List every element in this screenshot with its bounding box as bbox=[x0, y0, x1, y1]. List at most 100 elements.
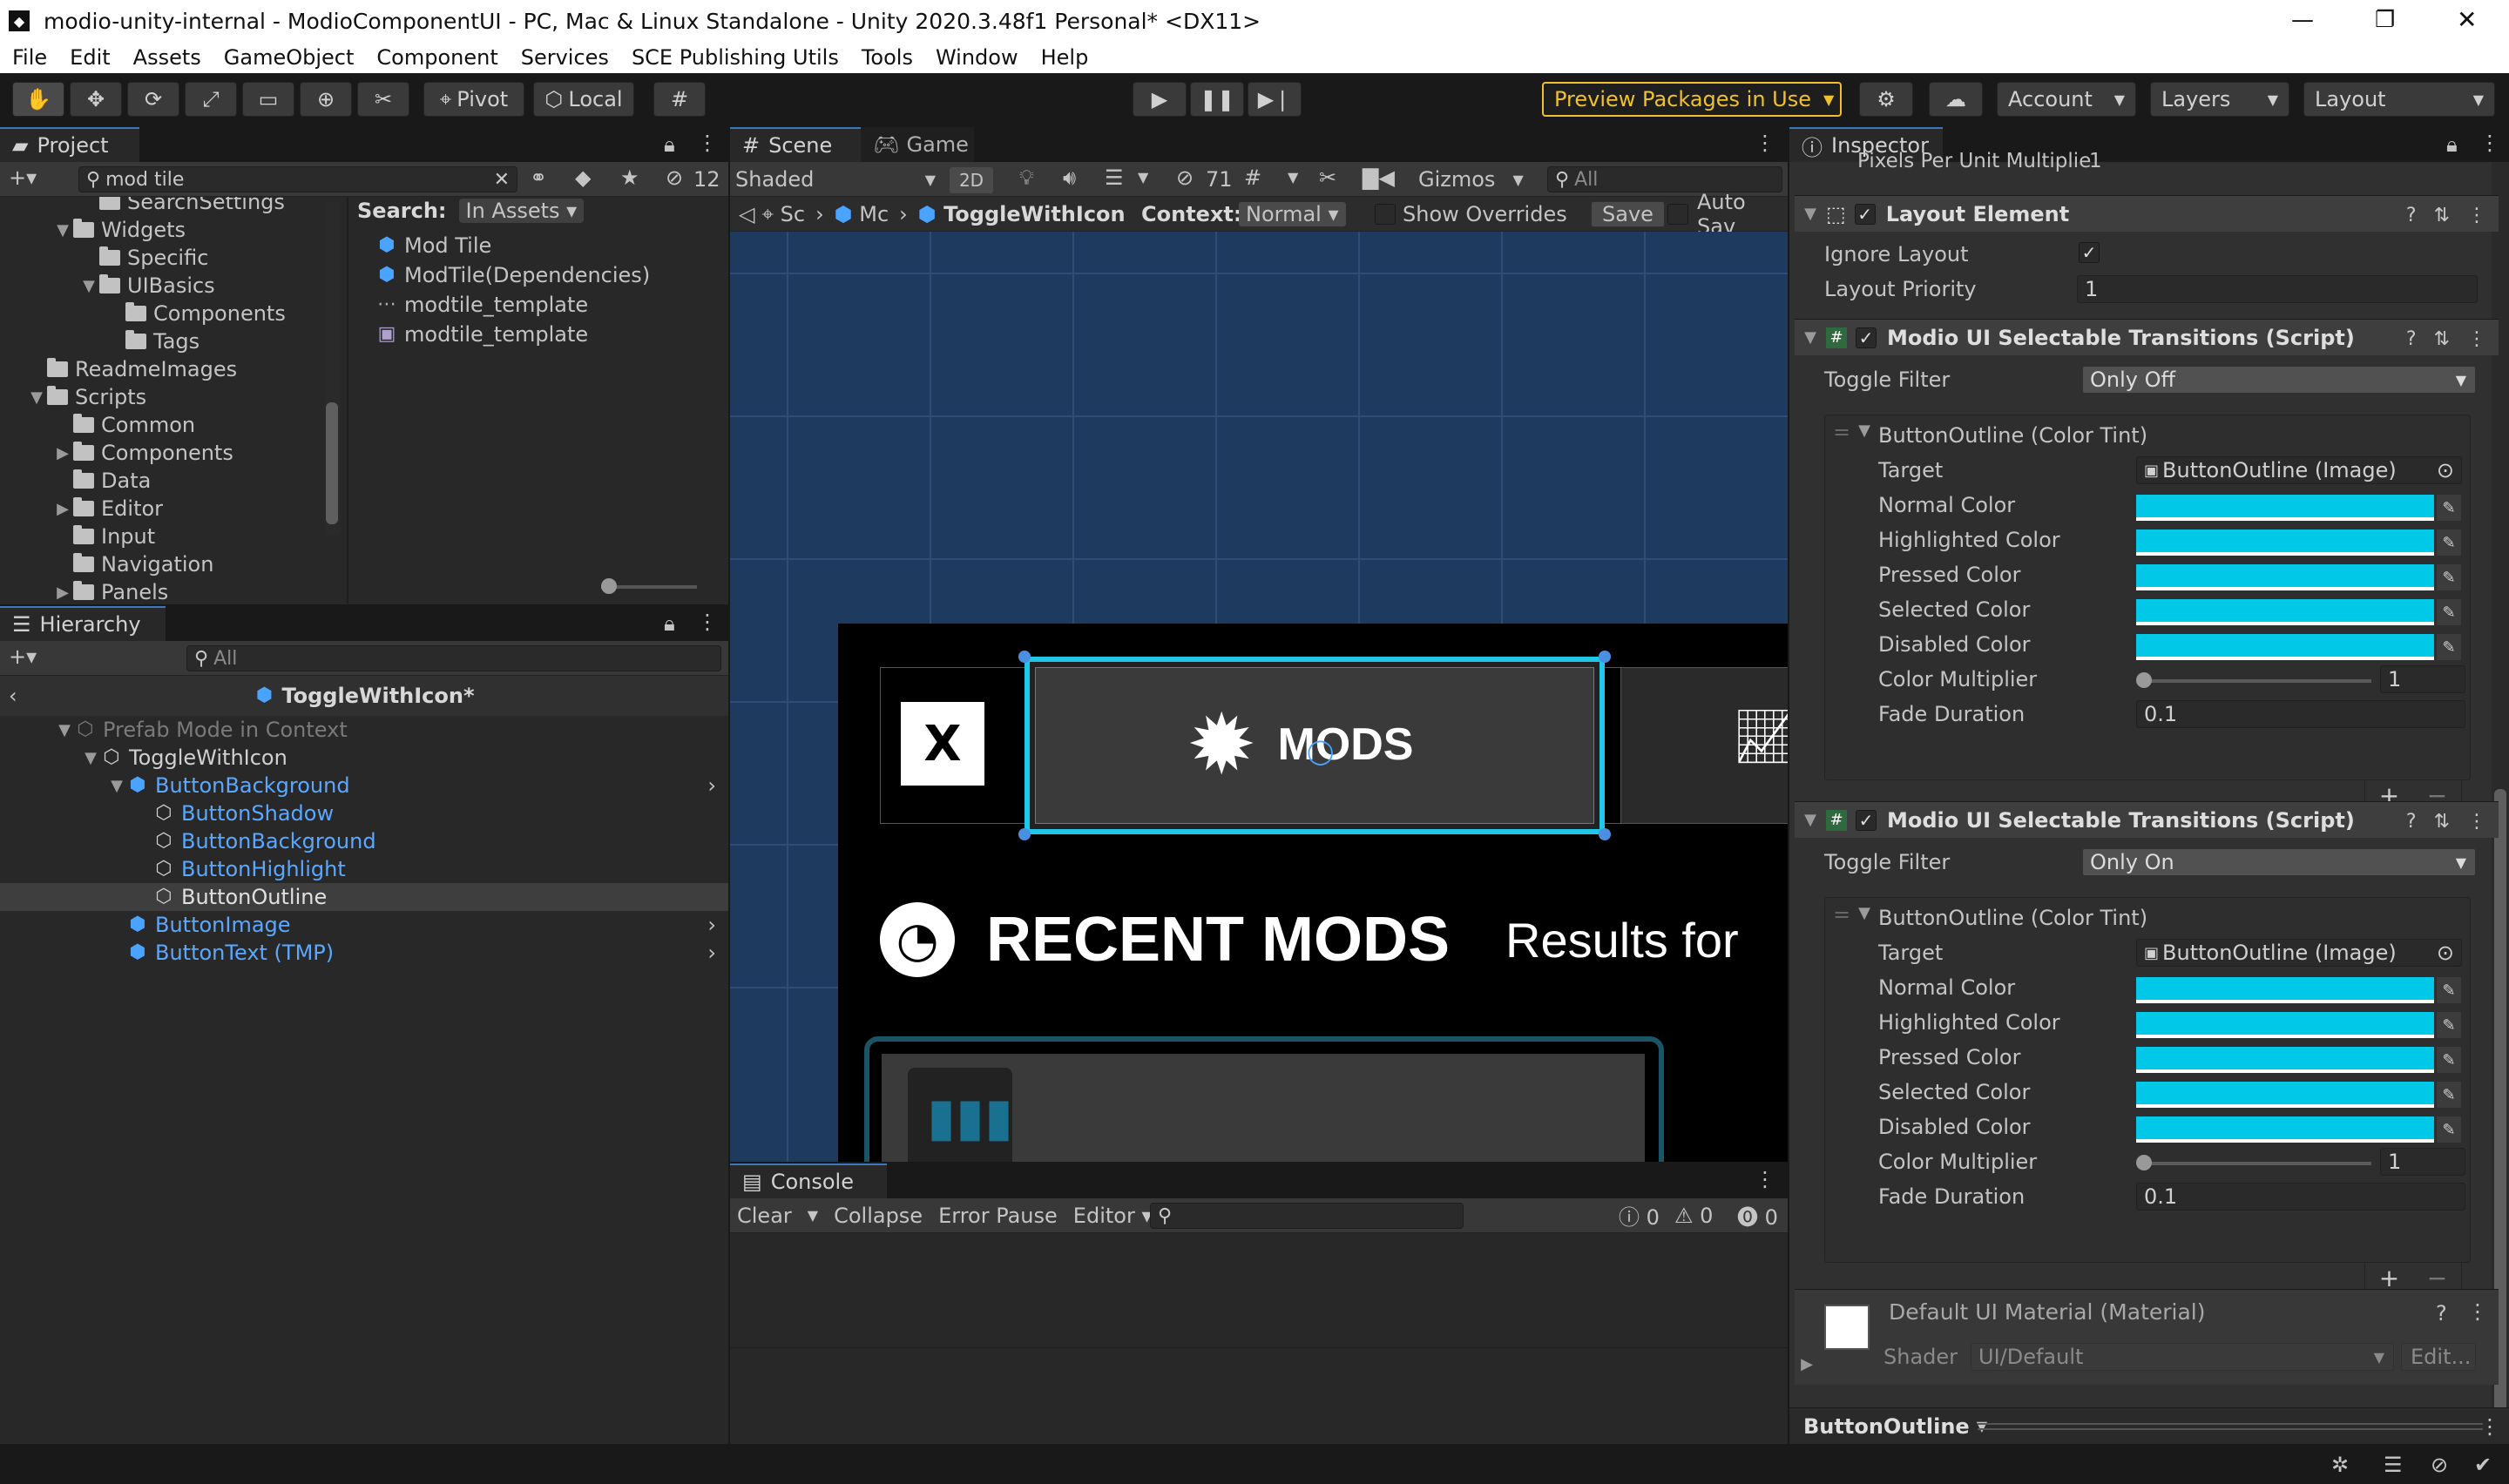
search-result-item[interactable]: ⋯ modtile_template bbox=[376, 291, 588, 319]
mode-2d-toggle[interactable]: 2D bbox=[950, 167, 993, 193]
menu-help[interactable]: Help bbox=[1041, 45, 1089, 70]
eyedropper-icon[interactable]: ✎ bbox=[2437, 977, 2461, 1003]
move-tool-button[interactable]: ✥ bbox=[70, 82, 122, 117]
services-button[interactable]: ⚙ bbox=[1859, 82, 1913, 117]
icon-size-slider[interactable] bbox=[601, 578, 697, 594]
tab-console[interactable]: ▤ Console bbox=[730, 1164, 887, 1198]
minimize-button[interactable]: — bbox=[2291, 7, 2314, 33]
foldout-arrow-icon[interactable]: ▼ bbox=[106, 777, 127, 795]
layout-priority-field[interactable]: 1 bbox=[2077, 275, 2478, 303]
hierarchy-item[interactable]: ⬡ ButtonShadow bbox=[0, 799, 728, 827]
scene-visibility-icon[interactable]: ⊘ bbox=[1176, 165, 1194, 190]
eyedropper-icon[interactable]: ✎ bbox=[2437, 599, 2461, 625]
selectable-transitions-header[interactable]: ▼ # ✓ Modio UI Selectable Transitions (Scri… bbox=[1795, 801, 2499, 838]
favorite-icon[interactable]: ★ bbox=[620, 165, 639, 190]
color-swatch[interactable] bbox=[2136, 977, 2434, 1003]
search-result-item[interactable]: ⬢ ModTile(Dependencies) bbox=[376, 261, 650, 289]
color-multiplier-field[interactable]: 1 bbox=[2380, 665, 2465, 693]
eyedropper-icon[interactable]: ✎ bbox=[2437, 564, 2461, 590]
scale-tool-button[interactable]: ⤢ bbox=[185, 82, 237, 117]
layout-element-enabled-checkbox[interactable]: ✓ bbox=[1854, 203, 1876, 225]
object-picker-icon[interactable]: ⊙ bbox=[2437, 458, 2454, 482]
foldout-arrow-icon[interactable]: ▼ bbox=[26, 388, 47, 407]
color-swatch[interactable] bbox=[2136, 495, 2434, 521]
color-swatch[interactable] bbox=[2136, 1012, 2434, 1038]
hidden-packages-icon[interactable]: ⊘ bbox=[666, 165, 683, 190]
grid-toggle-icon[interactable]: # bbox=[1244, 165, 1261, 190]
pivot-toggle[interactable]: ⌖ Pivot bbox=[423, 82, 524, 117]
more-menu-icon[interactable]: ⋮ bbox=[697, 610, 718, 634]
project-folder-item[interactable]: ▶ Components bbox=[52, 439, 233, 467]
toggle-filter-dropdown[interactable]: Only Off ▼ bbox=[2082, 366, 2476, 394]
hand-tool-button[interactable]: ✋ bbox=[12, 82, 64, 117]
account-dropdown[interactable]: Account ▼ bbox=[1997, 82, 2136, 117]
color-swatch[interactable] bbox=[2136, 1082, 2434, 1108]
hierarchy-item[interactable]: ⬡ ButtonBackground bbox=[0, 827, 728, 855]
tree-scrollbar-thumb[interactable] bbox=[326, 402, 338, 524]
presets-icon[interactable]: ⇅ bbox=[2434, 205, 2450, 226]
project-folder-item[interactable]: ▶ Editor bbox=[52, 495, 163, 523]
layers-dropdown[interactable]: Layers ▼ bbox=[2150, 82, 2289, 117]
rotate-tool-button[interactable]: ⟳ bbox=[127, 82, 179, 117]
tab-hierarchy[interactable]: ☰ Hierarchy bbox=[0, 606, 166, 641]
eyedropper-icon[interactable]: ✎ bbox=[2437, 1047, 2461, 1073]
lock-icon[interactable]: 🔒︎ bbox=[2446, 132, 2458, 157]
gizmos-dropdown[interactable]: Gizmos ▼ bbox=[1418, 165, 1524, 193]
transform-tool-button[interactable]: ⊕ bbox=[300, 82, 352, 117]
breadcrumb-scene[interactable]: ⌖ Sc bbox=[761, 202, 805, 226]
menu-component[interactable]: Component bbox=[376, 45, 497, 70]
color-swatch[interactable] bbox=[2136, 599, 2434, 625]
color-swatch[interactable] bbox=[2136, 530, 2434, 556]
project-folder-item[interactable]: Navigation bbox=[52, 550, 213, 578]
create-button[interactable]: +▾ bbox=[9, 644, 37, 669]
presets-icon[interactable]: ⇅ bbox=[2434, 811, 2450, 833]
project-folder-item[interactable]: Data bbox=[52, 467, 151, 495]
selectable-transitions-header[interactable]: ▼ # ✓ Modio UI Selectable Transitions (Scri… bbox=[1795, 319, 2499, 355]
clear-search-icon[interactable]: ✕ bbox=[494, 169, 510, 191]
project-folder-item[interactable]: Components bbox=[105, 300, 286, 327]
foldout-arrow-icon[interactable]: ▼ bbox=[80, 749, 101, 767]
scene-viewport[interactable]: X ✹ MODS ◯ 📈︎ ◔ RECENT MODS Results for bbox=[730, 232, 1788, 1162]
layout-element-header[interactable]: ▼ ⬚ ✓ Layout Element ? ⇅ ⋮ bbox=[1795, 195, 2499, 232]
menu-assets[interactable]: Assets bbox=[133, 45, 201, 70]
grid-snap-button[interactable]: # bbox=[653, 82, 706, 117]
lighting-icon[interactable]: 💡︎ bbox=[1019, 165, 1034, 190]
eyedropper-icon[interactable]: ✎ bbox=[2437, 1116, 2461, 1143]
material-edit-button[interactable]: Edit... bbox=[2401, 1343, 2476, 1371]
eyedropper-icon[interactable]: ✎ bbox=[2437, 1012, 2461, 1038]
foldout-arrow-icon[interactable]: ▶ bbox=[52, 583, 73, 602]
rect-handle-br[interactable] bbox=[1599, 828, 1611, 840]
color-multiplier-slider[interactable] bbox=[2136, 1155, 2371, 1170]
project-folder-item[interactable]: ▼ UIBasics bbox=[78, 272, 215, 300]
collapse-button[interactable]: Collapse bbox=[834, 1204, 923, 1228]
rect-handle-tl[interactable] bbox=[1018, 651, 1031, 663]
foldout-arrow-icon[interactable]: ▼ bbox=[54, 721, 75, 739]
mods-toggle-button[interactable]: ✹ MODS ◯ bbox=[1025, 657, 1605, 834]
custom-tool-button[interactable]: ✂ bbox=[357, 82, 409, 117]
pivot-handle-icon[interactable]: ◯ bbox=[1307, 737, 1334, 766]
target-object-field[interactable]: ▣ ButtonOutline (Image) ⊙ bbox=[2136, 456, 2462, 484]
bug-icon[interactable]: ✲ bbox=[2331, 1453, 2349, 1477]
lock-icon[interactable]: 🔒︎ bbox=[664, 132, 675, 157]
expand-arrow-icon[interactable]: ▼ bbox=[1800, 811, 1821, 829]
eyedropper-icon[interactable]: ✎ bbox=[2437, 1082, 2461, 1108]
menu-tools[interactable]: Tools bbox=[862, 45, 913, 70]
project-folder-item[interactable]: Specific bbox=[78, 244, 208, 272]
effects-icon[interactable]: ☰ bbox=[1105, 165, 1124, 190]
pause-button[interactable]: ❚❚ bbox=[1190, 82, 1244, 117]
open-prefab-chevron-icon[interactable]: › bbox=[707, 773, 716, 798]
search-result-item[interactable]: ▣ modtile_template bbox=[376, 320, 589, 348]
target-object-field[interactable]: ▣ ButtonOutline (Image) ⊙ bbox=[2136, 939, 2462, 967]
context-menu-icon[interactable]: ⋮ bbox=[2467, 205, 2486, 226]
footer-drag-bar[interactable] bbox=[1978, 1422, 2483, 1430]
step-button[interactable]: ▶❘ bbox=[1248, 82, 1302, 117]
context-menu-icon[interactable]: ⋮ bbox=[2467, 811, 2486, 833]
tree-splitter[interactable] bbox=[347, 197, 348, 604]
project-folder-item[interactable]: ▼ Scripts bbox=[26, 383, 146, 411]
rect-handle-tr[interactable] bbox=[1599, 651, 1611, 663]
expand-arrow-icon[interactable]: ▼ bbox=[1854, 904, 1875, 922]
foldout-arrow-icon[interactable]: ▼ bbox=[52, 221, 73, 239]
save-button[interactable]: Save bbox=[1591, 200, 1665, 227]
object-picker-icon[interactable]: ⊙ bbox=[2437, 941, 2454, 965]
expand-arrow-icon[interactable]: ▶ bbox=[1796, 1355, 1817, 1373]
